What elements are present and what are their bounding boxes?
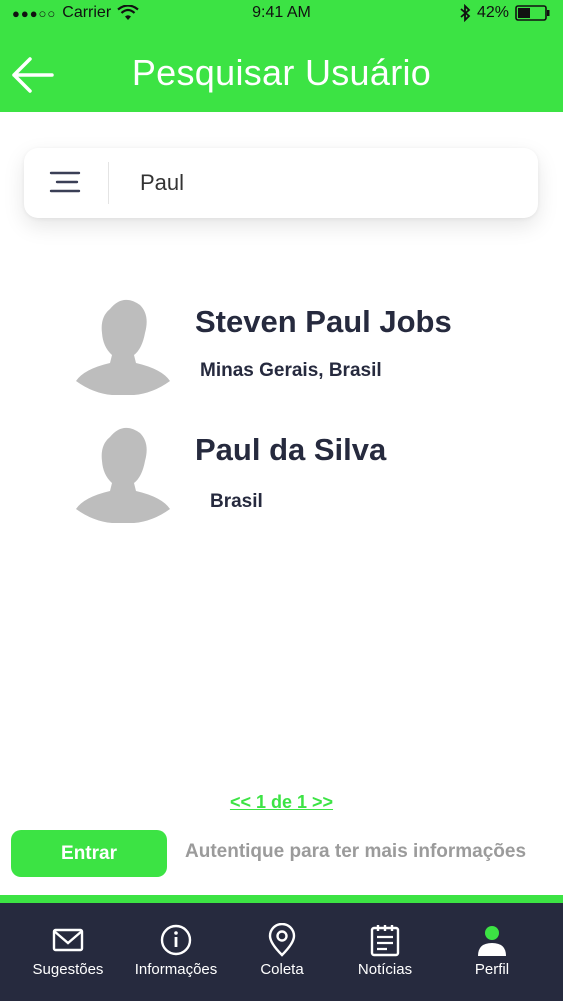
nav-item-sugestoes[interactable]: Sugestões	[18, 903, 118, 1001]
login-hint: Autentique para ter mais informações	[185, 841, 527, 862]
nav-label: Notícias	[357, 961, 413, 978]
pagination-link[interactable]: << 1 de 1 >>	[0, 792, 563, 813]
map-pin-icon	[268, 923, 296, 957]
status-right: 42%	[459, 4, 551, 22]
nav-label: Perfil	[474, 961, 510, 978]
nav-label: Coleta	[260, 961, 304, 978]
search-divider	[108, 162, 109, 204]
login-button[interactable]: Entrar	[11, 830, 167, 877]
nav-label: Sugestões	[32, 961, 104, 978]
search-input[interactable]	[140, 166, 520, 200]
envelope-icon	[52, 928, 84, 952]
nav-label: Informações	[134, 961, 218, 978]
bottom-nav: Sugestões Informações Coleta Notícias Pe…	[0, 903, 563, 1001]
result-name: Steven Paul Jobs	[195, 304, 452, 339]
search-bar	[24, 148, 538, 218]
status-bar: ●●●○○ Carrier 9:41 AM 42%	[0, 0, 563, 30]
nav-item-informacoes[interactable]: Informações	[126, 903, 226, 1001]
newspaper-icon	[370, 925, 400, 957]
nav-accent-strip	[0, 895, 563, 903]
result-name: Paul da Silva	[195, 432, 387, 467]
nav-item-perfil[interactable]: Perfil	[442, 903, 542, 1001]
nav-item-coleta[interactable]: Coleta	[232, 903, 332, 1001]
battery-icon	[515, 5, 550, 21]
app-header: ●●●○○ Carrier 9:41 AM 42% Pesquisar Usuá…	[0, 0, 563, 112]
info-icon	[160, 924, 192, 956]
filter-lines-icon[interactable]	[48, 167, 82, 199]
page-title: Pesquisar Usuário	[131, 52, 432, 93]
bluetooth-icon	[460, 4, 471, 22]
result-item[interactable]: Paul da Silva Brasil	[0, 420, 563, 530]
result-location: Minas Gerais, Brasil	[200, 360, 382, 381]
nav-item-noticias[interactable]: Notícias	[335, 903, 435, 1001]
user-silhouette-icon	[76, 427, 170, 523]
battery-percent: 42%	[476, 4, 509, 21]
user-icon	[478, 926, 506, 956]
user-silhouette-icon	[76, 299, 170, 395]
result-location: Brasil	[210, 491, 263, 512]
result-item[interactable]: Steven Paul Jobs Minas Gerais, Brasil	[0, 292, 563, 402]
